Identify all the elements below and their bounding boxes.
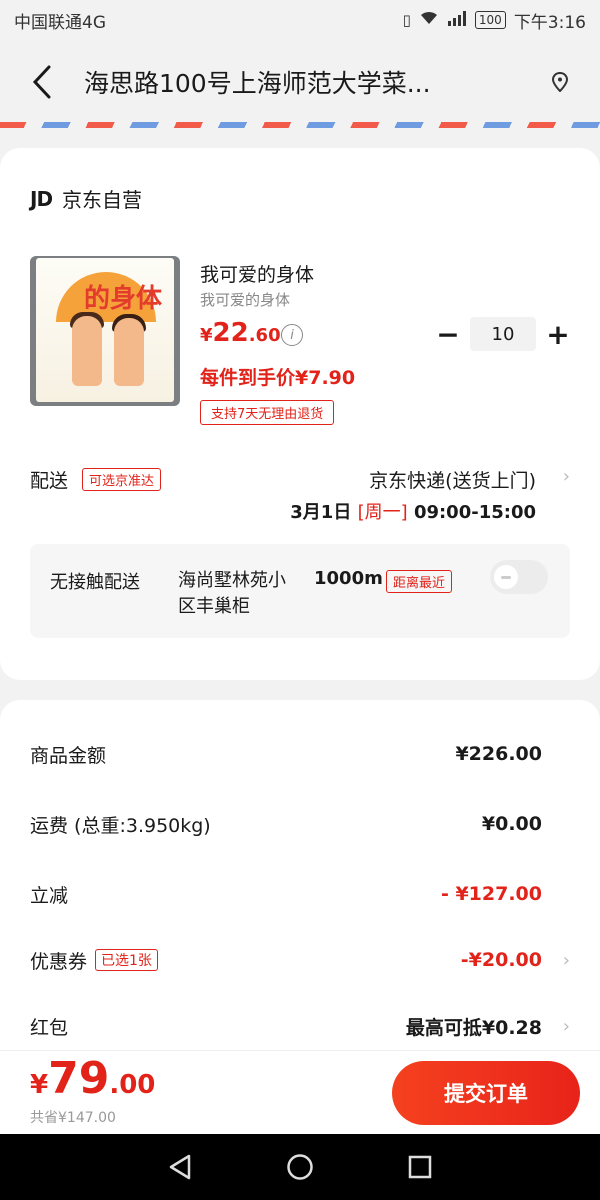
toggle-knob (494, 565, 518, 589)
delivery-date: 3月1日 (290, 502, 352, 523)
coupon-selected-tag: 已选1张 (95, 949, 158, 971)
coupon-label-group: 优惠券 已选1张 (30, 947, 461, 974)
battery-icon: 100 (474, 11, 506, 29)
jd-logo: JD (30, 186, 53, 211)
total-currency: ¥ (30, 1070, 49, 1100)
shipping-label: 运费 (总重:3.950kg) (30, 814, 211, 837)
red-packet-chevron-icon: › (562, 1015, 570, 1037)
red-packet-value: 最高可抵¥0.28 (405, 1016, 542, 1039)
triangle-back-icon (169, 1154, 191, 1180)
coupon-value: -¥20.00 (460, 949, 542, 971)
total-integer: 79 (48, 1053, 110, 1104)
system-nav-bar (0, 1134, 600, 1200)
price-integer: 22 (212, 318, 249, 348)
delivery-time[interactable]: 3月1日 [周一] 09:00-15:00 (290, 498, 536, 524)
delivery-chevron-icon[interactable]: › (563, 466, 570, 487)
red-packet-row[interactable]: 红包 最高可抵¥0.28 › (30, 1006, 570, 1046)
chevron-left-icon (32, 65, 51, 99)
cover-girl (114, 318, 144, 386)
status-bar: 中国联通4G ▯ 100 下午3:16 (0, 0, 600, 40)
contactless-delivery-panel: 无接触配送 海尚墅林苑小区丰巢柜 1000m 距离最近 (30, 544, 570, 638)
return-policy-tag: 支持7天无理由退货 (200, 400, 335, 425)
location-button[interactable] (520, 40, 600, 124)
quantity-stepper: − 10 + (430, 316, 576, 352)
product-price: ¥ 22 .60 (200, 318, 281, 348)
total-saved: 共省¥147.00 (30, 1110, 116, 1126)
red-packet-label: 红包 (30, 1016, 69, 1039)
goods-amount-label: 商品金额 (30, 744, 107, 767)
goods-amount-value: ¥226.00 (455, 743, 542, 765)
total-decimal: .00 (109, 1070, 156, 1100)
location-pin-icon (551, 72, 569, 92)
nav-home-button[interactable] (280, 1147, 320, 1187)
shipping-value: ¥0.00 (481, 813, 542, 835)
coupon-row[interactable]: 优惠券 已选1张 -¥20.00 › (30, 940, 570, 980)
coupon-label: 优惠券 (30, 950, 88, 973)
checkout-bar: ¥ 79 .00 共省¥147.00 提交订单 (0, 1050, 600, 1134)
delivery-weekday: [周一] (357, 502, 408, 523)
locker-distance: 1000m (314, 568, 383, 589)
contactless-toggle[interactable] (490, 560, 548, 594)
square-recents-icon (408, 1155, 432, 1179)
delivery-address[interactable]: 海思路100号上海师范大学菜... (84, 64, 520, 100)
status-icons: ▯ 100 下午3:16 (403, 8, 586, 33)
wifi-icon (419, 10, 439, 30)
price-decimal: .60 (248, 325, 281, 346)
airmail-border (0, 122, 600, 128)
goods-amount-row: 商品金额 ¥226.00 (30, 734, 570, 774)
quantity-input[interactable]: 10 (470, 317, 536, 351)
back-button[interactable] (0, 40, 84, 124)
vibrate-icon: ▯ (402, 11, 411, 29)
product-image[interactable]: 的身体 (30, 256, 180, 406)
cover-boy (72, 316, 102, 386)
decrease-button[interactable]: − (430, 316, 466, 352)
price-currency: ¥ (200, 325, 213, 346)
shop-header: JD 京东自营 (30, 184, 142, 213)
increase-button[interactable]: + (540, 316, 576, 352)
order-item-card: JD 京东自营 的身体 我可爱的身体 我可爱的身体 ¥ 22 .60 i 每件到… (0, 148, 600, 680)
coupon-chevron-icon: › (562, 949, 570, 971)
info-icon[interactable]: i (281, 324, 303, 346)
delivery-slot: 09:00-15:00 (413, 502, 536, 523)
signal-icon (447, 10, 467, 30)
nav-recents-button[interactable] (400, 1147, 440, 1187)
shipping-row: 运费 (总重:3.950kg) ¥0.00 (30, 804, 570, 844)
cover-title: 的身体 (84, 284, 163, 314)
locker-location: 海尚墅林苑小区丰巢柜 (178, 570, 286, 617)
circle-home-icon (287, 1154, 313, 1180)
status-time: 下午3:16 (513, 12, 586, 33)
nav-back-button[interactable] (160, 1147, 200, 1187)
discount-value: - ¥127.00 (440, 883, 542, 905)
total-price: ¥ 79 .00 (30, 1053, 155, 1104)
carrier-label: 中国联通4G (14, 12, 106, 33)
product-subtitle: 我可爱的身体 (200, 291, 291, 309)
price-summary-card: 商品金额 ¥226.00 运费 (总重:3.950kg) ¥0.00 立减 - … (0, 700, 600, 1060)
product-name[interactable]: 我可爱的身体 (200, 260, 314, 287)
contactless-label: 无接触配送 (50, 572, 140, 593)
book-cover: 的身体 (36, 258, 174, 402)
shop-name: 京东自营 (62, 188, 143, 212)
nearest-tag: 距离最近 (386, 570, 453, 593)
delivery-option-tag: 可选京准达 (82, 468, 162, 491)
submit-order-button[interactable]: 提交订单 (392, 1061, 580, 1125)
delivery-label: 配送 (30, 470, 69, 492)
discount-label: 立减 (30, 884, 69, 907)
header: 海思路100号上海师范大学菜... (0, 40, 600, 124)
unit-price: 每件到手价¥7.90 (200, 367, 356, 389)
discount-row: 立减 - ¥127.00 (30, 874, 570, 914)
delivery-method[interactable]: 京东快递(送货上门) (369, 466, 536, 493)
